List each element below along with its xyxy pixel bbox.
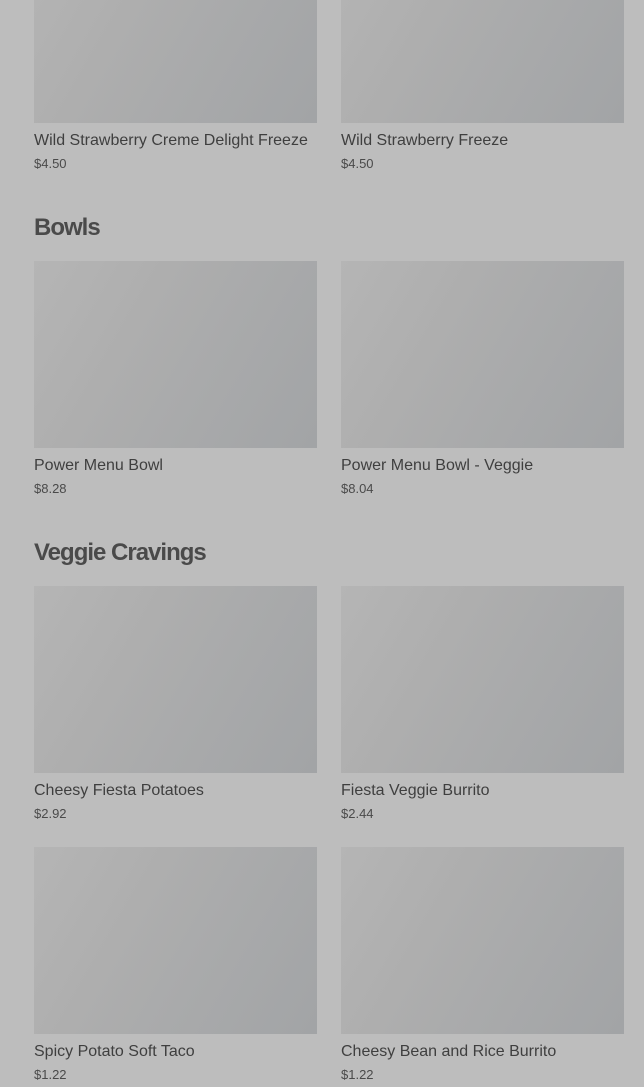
menu-item-price: $4.50 (34, 156, 67, 171)
menu-item-image[interactable] (341, 0, 624, 123)
menu-item-image[interactable] (34, 847, 317, 1034)
menu-item-image[interactable] (34, 0, 317, 123)
menu-item-price: $1.22 (341, 1067, 374, 1082)
menu-item-name[interactable]: Wild Strawberry Creme Delight Freeze (34, 131, 317, 151)
menu-item-name[interactable]: Fiesta Veggie Burrito (341, 781, 624, 801)
menu-item-name[interactable]: Power Menu Bowl (34, 456, 317, 476)
menu-item-name[interactable]: Power Menu Bowl - Veggie (341, 456, 624, 476)
menu-page: Wild Strawberry Creme Delight Freeze $4.… (0, 0, 644, 1087)
menu-item-price: $2.92 (34, 806, 67, 821)
menu-item-card[interactable]: Spicy Potato Soft Taco $1.22 (34, 847, 317, 1083)
menu-item-image[interactable] (341, 586, 624, 773)
menu-item-card[interactable]: Wild Strawberry Freeze $4.50 (341, 0, 624, 172)
menu-item-card[interactable]: Cheesy Fiesta Potatoes $2.92 (34, 586, 317, 822)
menu-item-image[interactable] (341, 261, 624, 448)
menu-item-price: $8.28 (34, 481, 67, 496)
menu-item-image[interactable] (341, 847, 624, 1034)
menu-item-card[interactable]: Power Menu Bowl $8.28 (34, 261, 317, 497)
menu-item-price: $8.04 (341, 481, 374, 496)
section-title-veggie-cravings: Veggie Cravings (34, 539, 207, 566)
menu-item-name[interactable]: Spicy Potato Soft Taco (34, 1042, 317, 1062)
menu-item-price: $1.22 (34, 1067, 67, 1082)
menu-item-card[interactable]: Fiesta Veggie Burrito $2.44 (341, 586, 624, 822)
section-title-bowls: Bowls (34, 214, 101, 241)
menu-item-name[interactable]: Wild Strawberry Freeze (341, 131, 624, 151)
menu-item-card[interactable]: Power Menu Bowl - Veggie $8.04 (341, 261, 624, 497)
menu-item-name[interactable]: Cheesy Fiesta Potatoes (34, 781, 317, 801)
menu-item-card[interactable]: Wild Strawberry Creme Delight Freeze $4.… (34, 0, 317, 172)
menu-item-name[interactable]: Cheesy Bean and Rice Burrito (341, 1042, 624, 1062)
menu-item-image[interactable] (34, 261, 317, 448)
menu-item-price: $4.50 (341, 156, 374, 171)
menu-item-card[interactable]: Cheesy Bean and Rice Burrito $1.22 (341, 847, 624, 1083)
menu-item-image[interactable] (34, 586, 317, 773)
menu-item-price: $2.44 (341, 806, 374, 821)
